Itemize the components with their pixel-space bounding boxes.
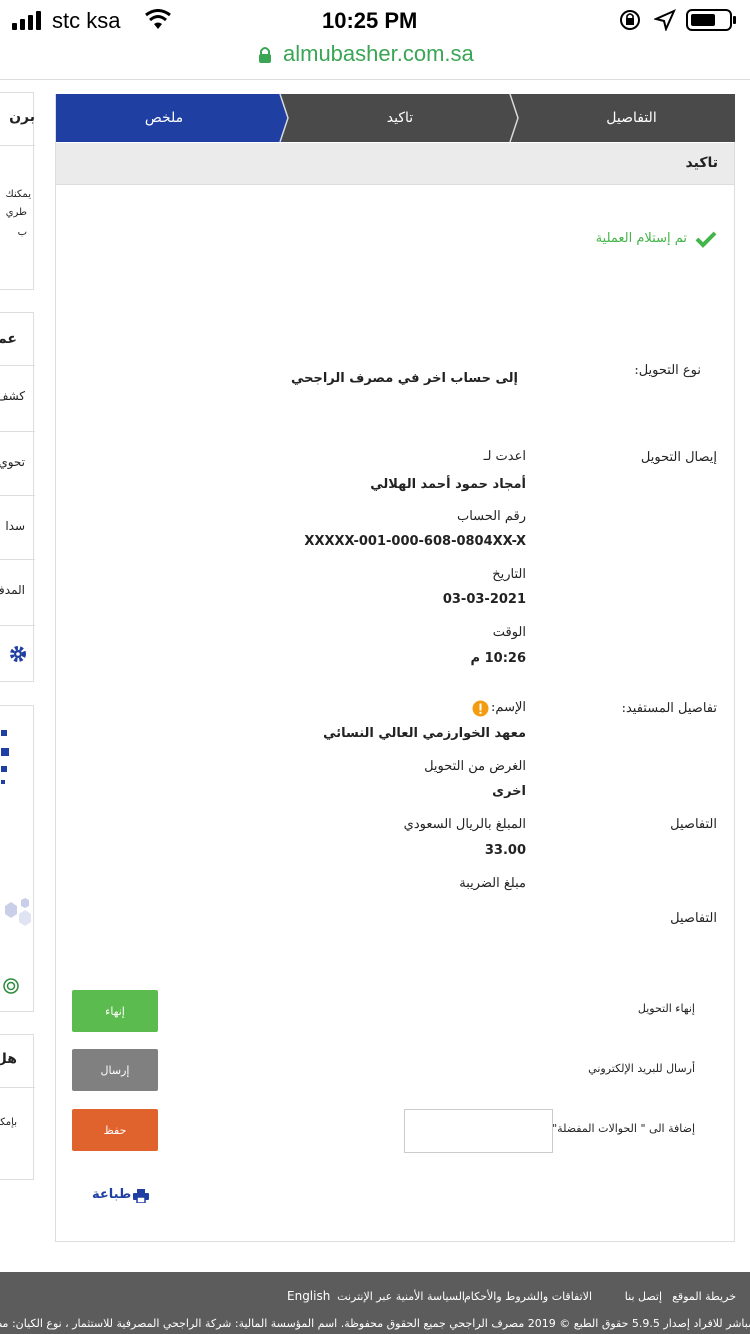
footer: خريطة الموقع إتصل بنا الاتفاقات والشروط … bbox=[0, 1272, 750, 1334]
sidebar-card-text: ب bbox=[17, 227, 27, 238]
status-bar: stc ksa 10:25 PM bbox=[0, 0, 750, 40]
purpose-label: الغرض من التحويل bbox=[424, 759, 526, 774]
time-label: الوقت bbox=[492, 625, 526, 640]
send-email-button[interactable]: إرسال bbox=[72, 1049, 158, 1091]
status-time: 10:25 PM bbox=[322, 8, 418, 33]
url-bar[interactable]: almubasher.com.sa bbox=[0, 40, 750, 80]
beneficiary-section-label: تفاصيل المستفيد: bbox=[621, 701, 717, 716]
footer-link-terms[interactable]: الاتفاقات والشروط والأحكام bbox=[464, 1290, 592, 1303]
sidebar-card-title: هل bbox=[0, 1051, 17, 1067]
tax-label: مبلغ الضريبة bbox=[459, 876, 526, 891]
favorites-name-input[interactable] bbox=[404, 1109, 553, 1153]
section-header bbox=[56, 143, 734, 185]
hexagon-pattern-graphic bbox=[1, 896, 35, 936]
warning-icon[interactable] bbox=[472, 700, 489, 717]
step-summary-label: ملخص bbox=[144, 110, 184, 126]
save-button[interactable]: حفظ bbox=[72, 1109, 158, 1151]
sidebar-item[interactable]: سدا bbox=[5, 519, 25, 533]
success-message: تم إستلام العملية bbox=[595, 231, 687, 246]
step-summary: ملخص bbox=[56, 94, 282, 142]
gear-icon[interactable] bbox=[9, 645, 27, 663]
seal-icon bbox=[3, 978, 19, 994]
time-value: 10:26 م bbox=[470, 651, 526, 666]
sidebar-card-help: هل بإمكا bbox=[0, 1034, 35, 1180]
sidebar-item[interactable]: تحوي bbox=[0, 455, 25, 469]
step-separator bbox=[272, 93, 292, 143]
battery-icon bbox=[686, 8, 738, 32]
location-icon bbox=[652, 9, 676, 33]
step-confirm: تاكيد bbox=[280, 94, 510, 142]
details-label-2: التفاصيل bbox=[670, 911, 717, 926]
purpose-value: اخرى bbox=[492, 784, 526, 799]
date-label: التاريخ bbox=[492, 567, 526, 582]
details-label: التفاصيل bbox=[670, 817, 717, 832]
sidebar-card-title: برن bbox=[9, 109, 35, 125]
rotation-lock-icon bbox=[618, 9, 642, 31]
step-confirm-label: تاكيد bbox=[386, 110, 414, 126]
beneficiary-name-value: معهد الخوارزمي العالي النسائي bbox=[323, 726, 526, 741]
footer-link-security[interactable]: السياسة الأمنية عبر الإنترنت bbox=[337, 1290, 465, 1303]
footer-link-english[interactable]: English bbox=[287, 1289, 330, 1303]
checkmark-icon bbox=[694, 229, 718, 249]
amount-value: 33.00 bbox=[484, 843, 526, 858]
finish-transfer-label: إنهاء التحويل bbox=[637, 1002, 695, 1015]
url-text: almubasher.com.sa bbox=[283, 41, 474, 66]
step-details: التفاصيل bbox=[508, 94, 735, 142]
wifi-icon bbox=[144, 9, 172, 31]
email-label: أرسال للبريد الإلكتروني bbox=[588, 1062, 695, 1075]
transfer-type-value: إلى حساب اخر في مصرف الراجحي bbox=[290, 371, 518, 386]
receipt-label: إيصال التحويل bbox=[640, 450, 717, 465]
transfer-type-label: نوع التحويل: bbox=[634, 363, 701, 378]
account-value: XXXXX-001-000-608-0804XX-X bbox=[304, 534, 526, 549]
beneficiary-name-label: الإسم: bbox=[491, 700, 526, 715]
amount-label: المبلغ بالريال السعودي bbox=[403, 817, 526, 832]
print-link-label: طباعة bbox=[92, 1187, 132, 1202]
footer-copyright: مباشر للافراد إصدار 5.9.5 حقوق الطبع © 2… bbox=[0, 1317, 750, 1330]
finish-button[interactable]: إنهاء bbox=[72, 990, 158, 1032]
lock-icon bbox=[257, 45, 273, 65]
sidebar-item[interactable]: كشف bbox=[0, 389, 25, 403]
sidebar-card-text: يمكنك bbox=[5, 189, 31, 200]
section-title: تاكيد bbox=[685, 155, 718, 171]
printer-icon bbox=[133, 1188, 149, 1204]
prepared-for-value: أمجاد حمود أحمد الهلالي bbox=[370, 477, 526, 492]
step-separator bbox=[502, 93, 522, 143]
sidebar-item[interactable]: المدف bbox=[0, 583, 25, 597]
prepared-for-label: اعدت لـ bbox=[483, 449, 526, 464]
footer-link-contact[interactable]: إتصل بنا bbox=[625, 1290, 662, 1303]
sidebar-card-text: طري bbox=[5, 207, 27, 218]
sidebar-card-services: عم كشف تحوي سدا المدف bbox=[0, 312, 35, 682]
step-details-label: التفاصيل bbox=[606, 110, 657, 126]
sidebar-card-text: بإمكا bbox=[0, 1117, 17, 1128]
account-label: رقم الحساب bbox=[456, 509, 526, 524]
date-value: 03-03-2021 bbox=[442, 592, 526, 607]
carrier-name: stc ksa bbox=[52, 8, 121, 33]
sidebar-card-ad bbox=[0, 705, 34, 1012]
sidebar-card-programs: برن يمكنك طري ب bbox=[0, 92, 35, 290]
footer-link-sitemap[interactable]: خريطة الموقع bbox=[672, 1290, 736, 1303]
sidebar-card-title: عم bbox=[0, 331, 17, 347]
signal-icon bbox=[12, 10, 46, 30]
print-link[interactable]: طباعة bbox=[92, 1186, 152, 1206]
ad-graphic bbox=[1, 726, 11, 786]
add-favorites-label: إضافة الى " الحوالات المفضلة" bbox=[552, 1122, 695, 1135]
